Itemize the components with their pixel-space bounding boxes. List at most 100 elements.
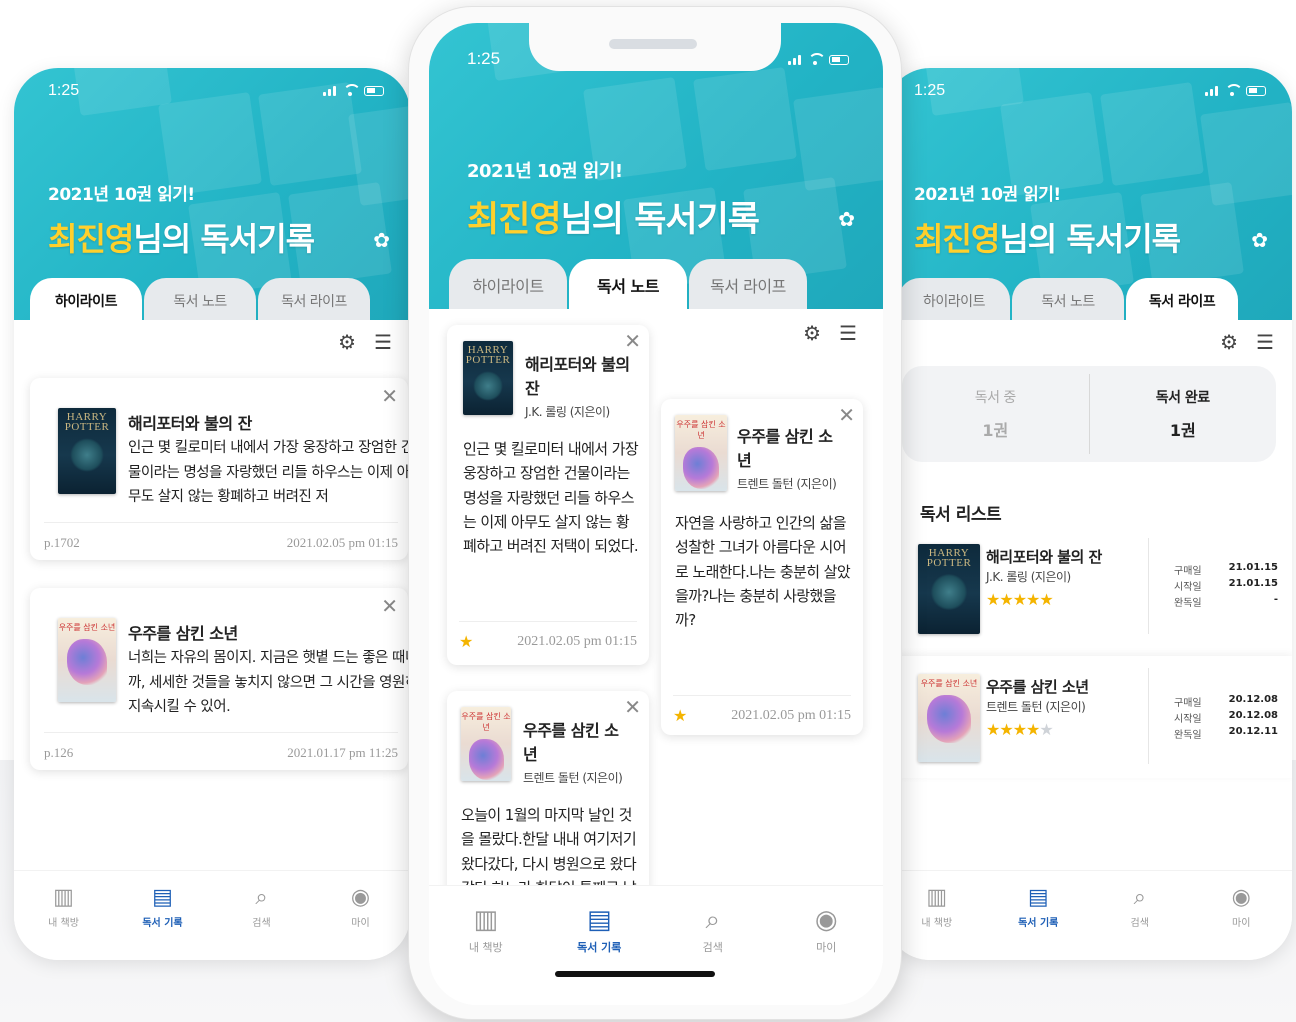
page-title: 최진영님의 독서기록 [48,214,315,260]
title-suffix: 님의 독서기록 [560,200,760,240]
phone-reading-note: 1:25 2021년 10권 읽기! 최진영님의 독서기록 ✿ 하이라이트 독서… [408,6,902,1020]
close-icon[interactable]: ✕ [381,594,398,618]
nav-reading-record[interactable]: ▤ 독서 기록 [1003,885,1073,960]
book-cover-harry-potter: HARRY POTTER [463,341,513,415]
user-name: 최진영 [467,200,562,240]
book-cover-boy-swallows-universe: 우주를 삼킨 소년 [918,674,980,762]
profile-icon: ◉ [814,905,838,935]
signal-icon [1205,86,1218,96]
list-item[interactable]: HARRY POTTER 해리포터와 불의 잔 J.K. 롤링 (지은이) ★★… [886,538,1292,658]
tab-highlight[interactable]: 하이라이트 [30,278,142,320]
tab-reading-note[interactable]: 독서 노트 [1012,278,1124,320]
nav-my-library[interactable]: ▥ 내 책방 [29,885,99,960]
timestamp: 2021.02.05 pm 01:15 [286,535,398,550]
status-icons [788,53,849,65]
nav-search[interactable]: ⌕ 검색 [227,885,297,960]
bottom-nav: ▥ 내 책방 ▤ 독서 기록 ⌕ 검색 ◉ 마이 [429,885,883,1005]
gear-icon[interactable]: ✿ [1251,228,1268,252]
tab-reading-life[interactable]: 독서 라이프 [689,259,807,309]
rating-stars: ★★★★★ [986,720,1054,739]
book-cover-boy-swallows-universe: 우주를 삼킨 소년 [675,415,727,491]
timestamp: 2021.02.05 pm 01:15 [731,708,851,723]
nav-my[interactable]: ◉ 마이 [326,885,396,960]
tab-reading-life[interactable]: 독서 라이프 [258,278,370,320]
nav-my-library[interactable]: ▥ 내 책방 [451,904,521,1005]
list-view-icon[interactable]: ☰ [374,330,392,354]
filter-sliders-icon[interactable]: ⚙︎ [1220,330,1238,354]
nav-my[interactable]: ◉ 마이 [791,904,861,1005]
list-item[interactable]: 우주를 삼킨 소년 우주를 삼킨 소년 트렌트 돌턴 (지은이) ★★★★★ 구… [886,656,1292,778]
gear-icon[interactable]: ✿ [373,228,390,252]
note-card[interactable]: ✕ 우주를 삼킨 소년 우주를 삼킨 소년 트렌트 돌턴 (지은이) 오늘이 1… [447,691,649,917]
stat-reading[interactable]: 독서 중 1권 [902,387,1089,441]
tab-highlight[interactable]: 하이라이트 [449,259,567,309]
highlight-text: 인근 몇 킬로미터 내에서 가장 웅장하고 장엄한 건물이라는 명성을 자랑했던… [128,440,410,505]
library-icon: ▥ [926,885,948,910]
highlight-card[interactable]: ✕ HARRY POTTER 해리포터와 불의 잔 인근 몇 킬로미터 내에서 … [30,378,410,560]
tab-bar: 하이라이트 독서 노트 독서 라이프 [30,278,370,320]
page-number: p.126 [44,745,74,760]
nav-search[interactable]: ⌕ 검색 [1105,885,1175,960]
tab-reading-note[interactable]: 독서 노트 [569,259,687,309]
nav-my-library[interactable]: ▥ 내 책방 [902,885,972,960]
book-author: 트렌트 돌턴 (지은이) [737,477,837,491]
note-card[interactable]: ✕ 우주를 삼킨 소년 우주를 삼킨 소년 트렌트 돌턴 (지은이) 자연을 사… [661,399,863,735]
book-cover-harry-potter: HARRY POTTER [58,408,116,494]
gear-icon[interactable]: ✿ [838,207,855,231]
star-icon[interactable]: ★ [459,632,473,652]
reading-goal: 2021년 10권 읽기! [467,161,623,182]
note-text: 자연을 사랑하고 인간의 삶을 성찰한 그녀가 아름다운 시어로 노래한다.나는… [675,514,851,630]
list-view-icon[interactable]: ☰ [839,321,857,345]
nav-search[interactable]: ⌕ 검색 [678,904,748,1005]
search-icon: ⌕ [1133,885,1146,910]
phone-reading-life: 1:25 2021년 10권 읽기! 최진영님의 독서기록 ✿ 하이라이트 독서… [886,68,1292,960]
close-icon[interactable]: ✕ [838,403,855,427]
list-view-icon[interactable]: ☰ [1256,330,1274,354]
highlight-card[interactable]: ✕ 우주를 삼킨 소년 우주를 삼킨 소년 너희는 자유의 몸이지. 지금은 햇… [30,588,410,770]
bottom-nav: ▥ 내 책방 ▤ 독서 기록 ⌕ 검색 ◉ 마이 [886,870,1292,960]
nav-reading-record[interactable]: ▤ 독서 기록 [564,904,634,1005]
nav-my[interactable]: ◉ 마이 [1206,885,1276,960]
close-icon[interactable]: ✕ [624,695,641,719]
phone-screen: 1:25 2021년 10권 읽기! 최진영님의 독서기록 ✿ 하이라이트 독서… [429,23,883,1005]
header-banner: 1:25 2021년 10권 읽기! 최진영님의 독서기록 ✿ 하이라이트 독서… [14,68,410,320]
tab-reading-life[interactable]: 독서 라이프 [1126,278,1238,320]
status-icons [323,84,384,96]
notebook-icon: ▤ [152,885,173,910]
book-author: J.K. 롤링 (지은이) [986,570,1071,584]
book-cover-harry-potter: HARRY POTTER [918,544,980,634]
status-time: 1:25 [48,82,80,99]
battery-icon [364,86,384,96]
filter-sliders-icon[interactable]: ⚙︎ [338,330,356,354]
book-title: 우주를 삼킨 소년 [986,678,1089,696]
close-icon[interactable]: ✕ [381,384,398,408]
status-time: 1:25 [467,49,501,68]
note-card[interactable]: ✕ HARRY POTTER 해리포터와 불의 잔 J.K. 롤링 (지은이) … [447,325,649,665]
title-suffix: 님의 독서기록 [133,220,315,258]
timestamp: 2021.02.05 pm 01:15 [517,634,637,649]
library-icon: ▥ [473,905,499,935]
stat-finished[interactable]: 독서 완료 1권 [1090,387,1277,441]
tab-highlight[interactable]: 하이라이트 [898,278,1010,320]
signal-icon [788,55,801,65]
phone-notch [529,23,781,71]
close-icon[interactable]: ✕ [624,329,641,353]
filter-sliders-icon[interactable]: ⚙︎ [803,321,821,345]
tab-bar: 하이라이트 독서 노트 독서 라이프 [449,259,807,309]
bottom-nav: ▥ 내 책방 ▤ 독서 기록 ⌕ 검색 ◉ 마이 [14,870,410,960]
view-tools: ⚙︎ ☰ [1220,330,1274,354]
profile-icon: ◉ [1231,885,1251,910]
notebook-icon: ▤ [1027,885,1049,910]
tab-reading-note[interactable]: 독서 노트 [144,278,256,320]
user-name: 최진영 [48,220,134,258]
book-cover-boy-swallows-universe: 우주를 삼킨 소년 [461,707,511,781]
card-footer: ★ 2021.02.05 pm 01:15 [459,621,637,652]
divider [1148,668,1149,764]
book-title: 우주를 삼킨 소년 [737,427,833,470]
card-footer: p.126 2021.01.17 pm 11:25 [44,732,398,761]
reading-dates: 구매일 21.01.15 시작일 21.01.15 완독일 - [1174,562,1278,609]
nav-reading-record[interactable]: ▤ 독서 기록 [128,885,198,960]
search-icon: ⌕ [255,885,268,910]
rating-stars: ★★★★★ [986,590,1054,609]
star-icon[interactable]: ★ [673,706,687,726]
